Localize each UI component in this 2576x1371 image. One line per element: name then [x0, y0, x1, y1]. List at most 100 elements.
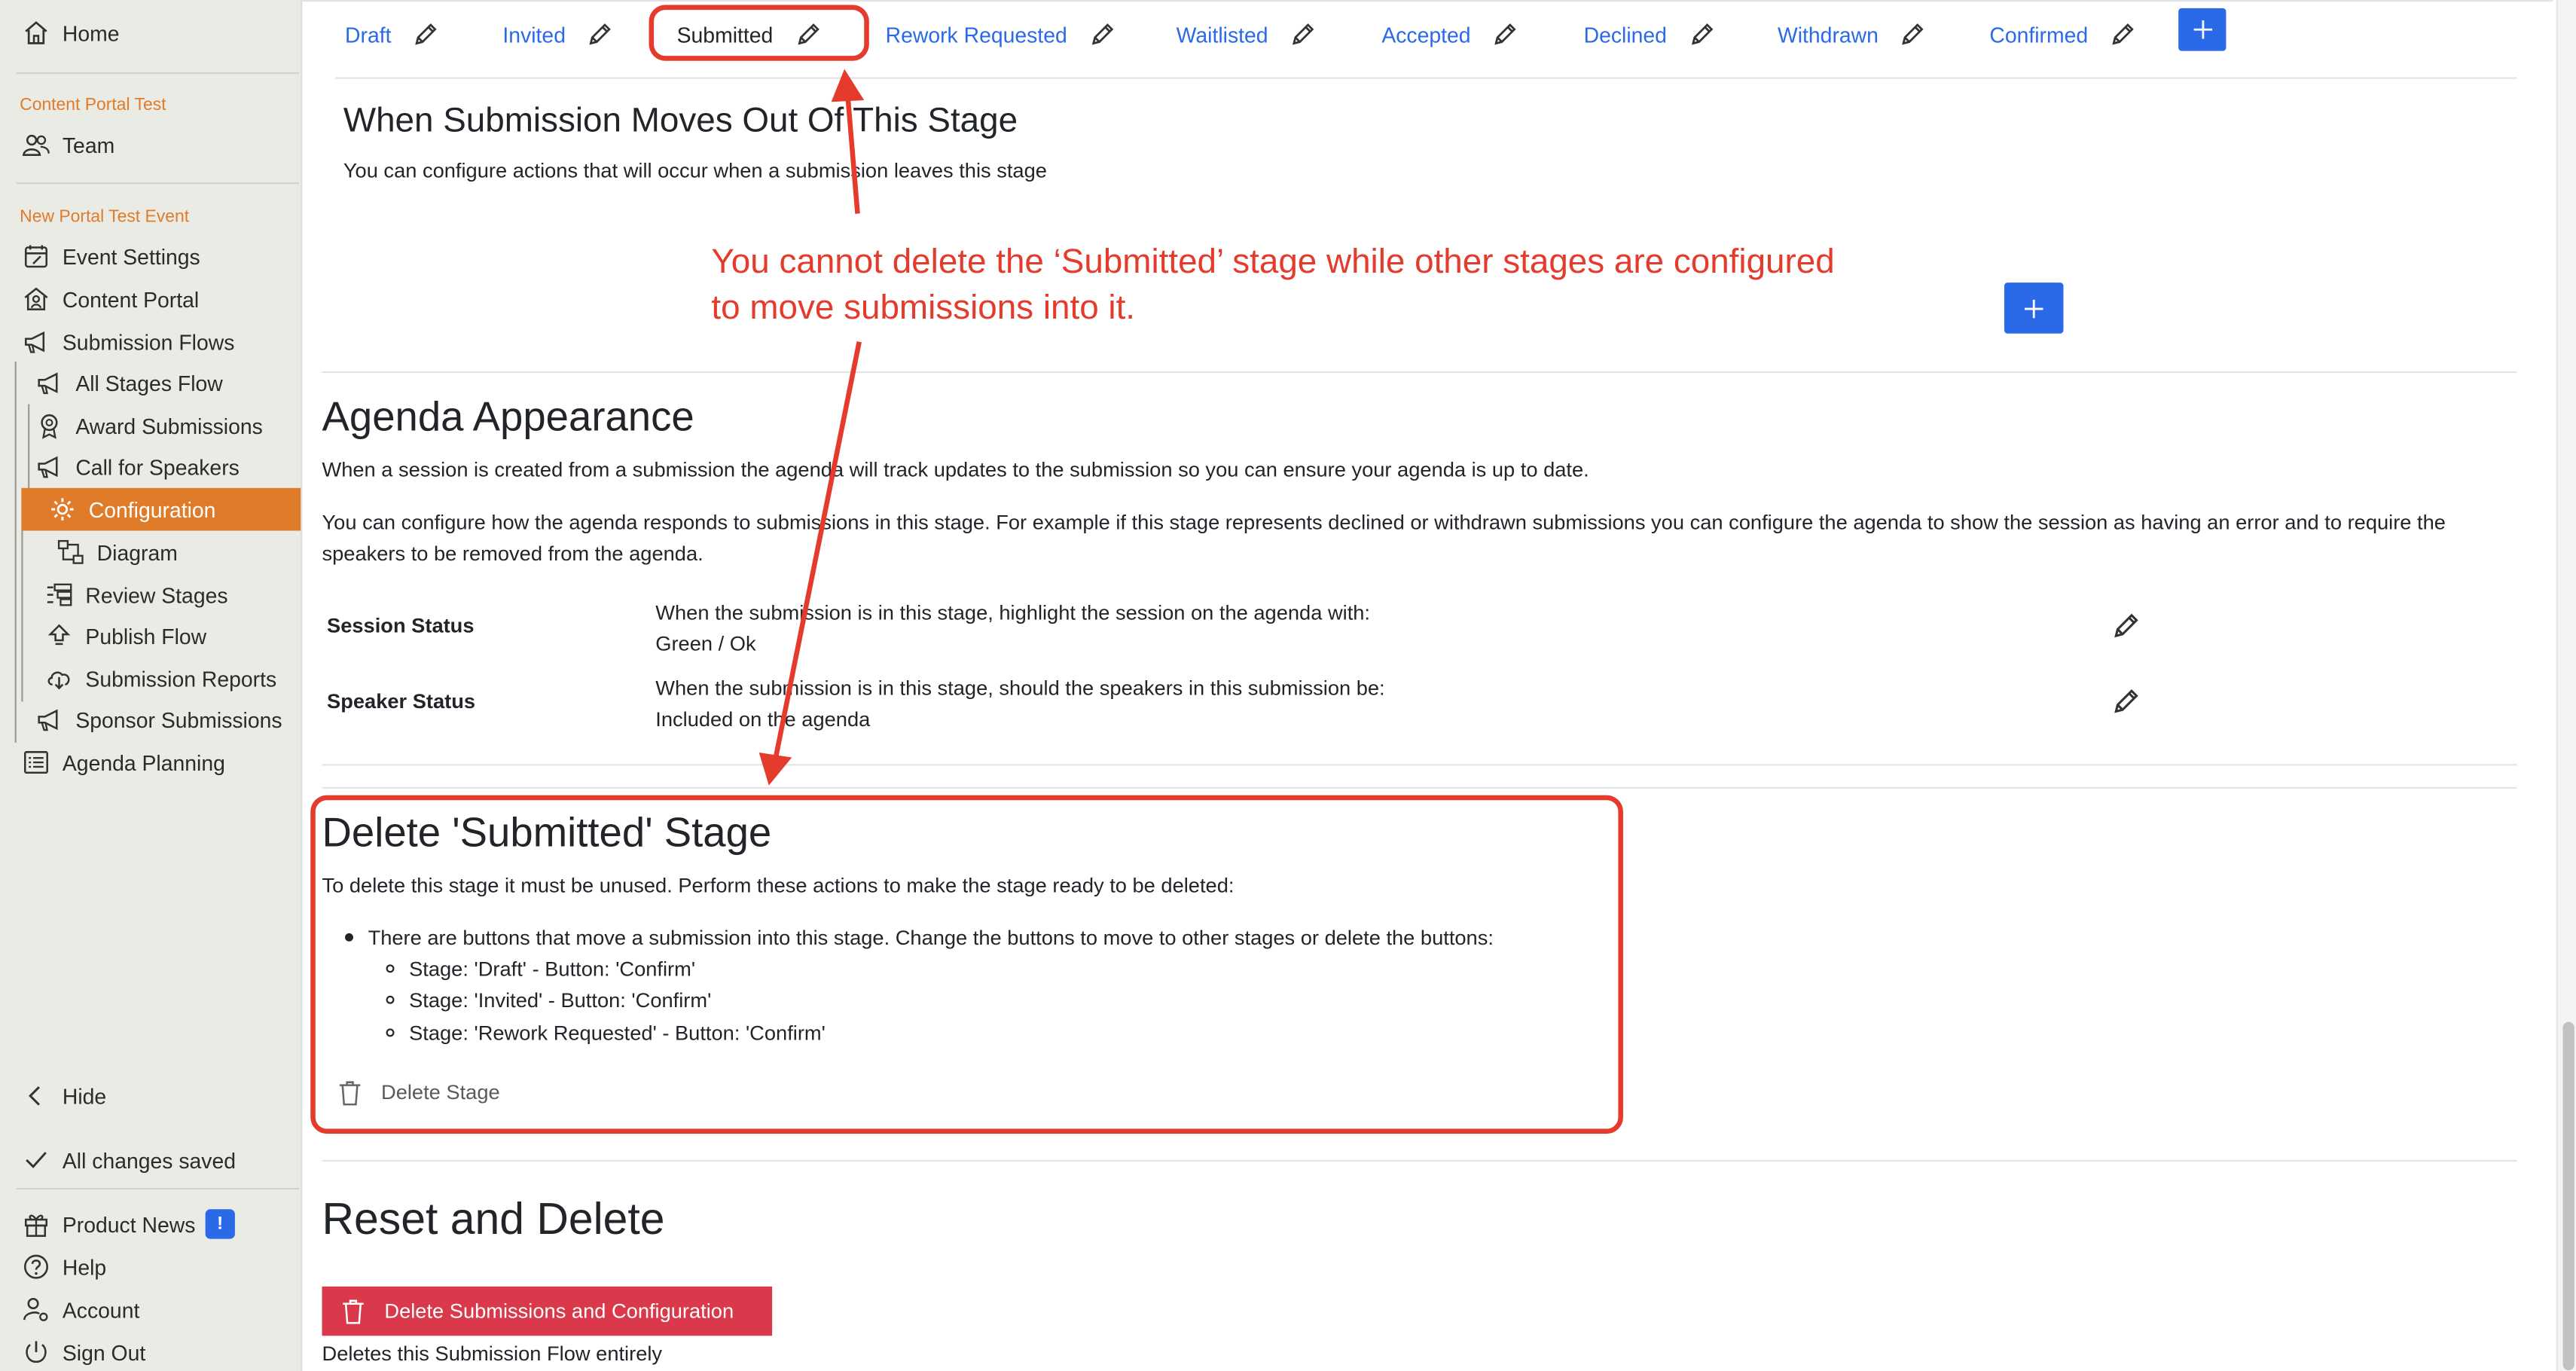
edit-icon[interactable] [1686, 20, 1716, 49]
sidebar-item-home[interactable]: Home [20, 15, 120, 51]
annotation-text-line-1: You cannot delete the ‘Submitted’ stage … [711, 243, 1835, 281]
sidebar-item-label: Submission Flows [62, 329, 235, 355]
delete-submissions-and-configuration-button[interactable]: Delete Submissions and Configuration [322, 1286, 773, 1336]
megaphone-icon [20, 327, 53, 356]
save-status: All changes saved [20, 1142, 236, 1178]
save-status-label: All changes saved [62, 1147, 237, 1173]
leave-section-description: You can configure actions that will occu… [343, 159, 1047, 183]
section-label-event: New Portal Test Event [20, 206, 190, 227]
sidebar-item-publish-flow[interactable]: Publish Flow [43, 618, 206, 654]
megaphone-icon [33, 705, 66, 734]
edit-icon[interactable] [1087, 20, 1116, 49]
plus-icon [2025, 298, 2043, 318]
session-status-label: Session Status [327, 614, 475, 638]
edit-icon[interactable] [585, 20, 615, 49]
megaphone-icon [33, 452, 66, 481]
diagram-icon [54, 537, 87, 566]
edit-icon[interactable] [2107, 20, 2137, 49]
tab-confirmed[interactable]: Confirmed [1989, 20, 2137, 49]
divider [322, 786, 2517, 789]
annotation-text-line-2: to move submissions into it. [711, 289, 1136, 328]
sidebar-item-label: Product News [62, 1211, 196, 1237]
divider [334, 77, 2517, 79]
tab-label: Invited [502, 22, 566, 47]
add-stage-button[interactable] [2178, 8, 2227, 51]
chevron-left-icon [20, 1081, 53, 1110]
sidebar-item-review-stages[interactable]: Review Stages [43, 577, 228, 613]
home-icon [20, 18, 53, 47]
sidebar-item-label: Help [62, 1254, 107, 1280]
gift-icon [20, 1209, 53, 1238]
sidebar-item-label: Content Portal [62, 286, 200, 312]
sidebar-item-team[interactable]: Team [20, 127, 114, 163]
edit-icon[interactable] [1491, 20, 1520, 49]
team-icon [20, 130, 53, 159]
speaker-status-value: Included on the agenda [655, 708, 871, 731]
list-icon [20, 747, 53, 777]
sidebar-item-configuration[interactable]: Configuration [46, 491, 215, 527]
sidebar-item-submission-reports[interactable]: Submission Reports [43, 661, 276, 697]
tab-declined[interactable]: Declined [1584, 20, 1717, 49]
session-status-question: When the submission is in this stage, hi… [655, 601, 1371, 624]
tab-waitlisted[interactable]: Waitlisted [1177, 20, 1317, 49]
sidebar-item-event-settings[interactable]: Event Settings [20, 238, 200, 274]
sidebar-item-sign-out[interactable]: Sign Out [20, 1334, 145, 1370]
award-icon [33, 411, 66, 440]
annotation-highlight-delete-section [310, 795, 1623, 1134]
sidebar-item-label: Sign Out [62, 1339, 146, 1365]
sidebar-item-all-stages-flow[interactable]: All Stages Flow [33, 365, 223, 401]
sidebar-item-label: Publish Flow [85, 623, 207, 649]
edit-icon[interactable] [1288, 20, 1317, 49]
sidebar-item-label: Diagram [96, 539, 178, 565]
leave-section-title: When Submission Moves Out Of This Stage [343, 102, 1018, 140]
tab-label: Accepted [1381, 22, 1471, 47]
edit-icon[interactable] [411, 20, 441, 49]
session-status-value: Green / Ok [655, 632, 756, 656]
divider [302, 0, 2553, 2]
divider [16, 72, 299, 75]
tab-withdrawn[interactable]: Withdrawn [1778, 20, 1927, 49]
trash-icon [343, 1299, 364, 1324]
tab-accepted[interactable]: Accepted [1381, 20, 1520, 49]
hide-sidebar-button[interactable]: Hide [20, 1078, 106, 1114]
megaphone-icon [33, 368, 66, 398]
tab-label: Draft [345, 22, 392, 47]
tree-line [14, 361, 17, 743]
tab-draft[interactable]: Draft [345, 20, 441, 49]
tab-label: Waitlisted [1176, 22, 1268, 47]
sidebar-item-agenda-planning[interactable]: Agenda Planning [20, 744, 225, 780]
sidebar-item-submission-flows[interactable]: Submission Flows [20, 324, 234, 360]
agenda-description: When a session is created from a submiss… [322, 458, 1589, 482]
scrollbar-thumb[interactable] [2562, 1021, 2574, 1371]
sidebar-item-label: Home [62, 20, 120, 45]
scrollbar[interactable] [2556, 0, 2576, 1371]
sidebar-item-product-news[interactable]: Product News ! [20, 1206, 235, 1242]
sidebar-item-account[interactable]: Account [20, 1291, 139, 1327]
add-leave-action-button[interactable] [2004, 282, 2064, 334]
speaker-status-label: Speaker Status [327, 690, 476, 713]
sidebar-item-label: Event Settings [62, 243, 200, 269]
edit-session-status-icon[interactable] [2110, 609, 2143, 643]
sidebar-item-award-submissions[interactable]: Award Submissions [33, 408, 263, 444]
sidebar-item-label: Account [62, 1296, 140, 1322]
sidebar-item-sponsor-submissions[interactable]: Sponsor Submissions [33, 701, 282, 737]
speaker-status-question: When the submission is in this stage, sh… [655, 676, 1385, 701]
edit-speaker-status-icon[interactable] [2110, 686, 2143, 719]
sidebar-item-help[interactable]: Help [20, 1249, 106, 1285]
sidebar-item-call-for-speakers[interactable]: Call for Speakers [33, 448, 240, 484]
sidebar-item-content-portal[interactable]: Content Portal [20, 281, 199, 317]
divider [16, 182, 299, 185]
edit-icon[interactable] [1898, 20, 1927, 49]
tab-rework-requested[interactable]: Rework Requested [886, 20, 1117, 49]
tab-invited[interactable]: Invited [502, 20, 615, 49]
reset-section-title: Reset and Delete [322, 1194, 665, 1244]
plus-icon [2193, 20, 2212, 39]
main-content: Draft Invited Submitted Rework Requested… [302, 0, 2553, 1371]
sidebar-item-diagram[interactable]: Diagram [54, 534, 178, 570]
sidebar-item-label: Award Submissions [75, 413, 263, 438]
sidebar-item-label: All Stages Flow [75, 370, 223, 395]
help-icon [20, 1252, 53, 1281]
hide-label: Hide [62, 1083, 107, 1109]
divider [16, 1187, 299, 1190]
tab-label: Confirmed [1989, 22, 2089, 47]
